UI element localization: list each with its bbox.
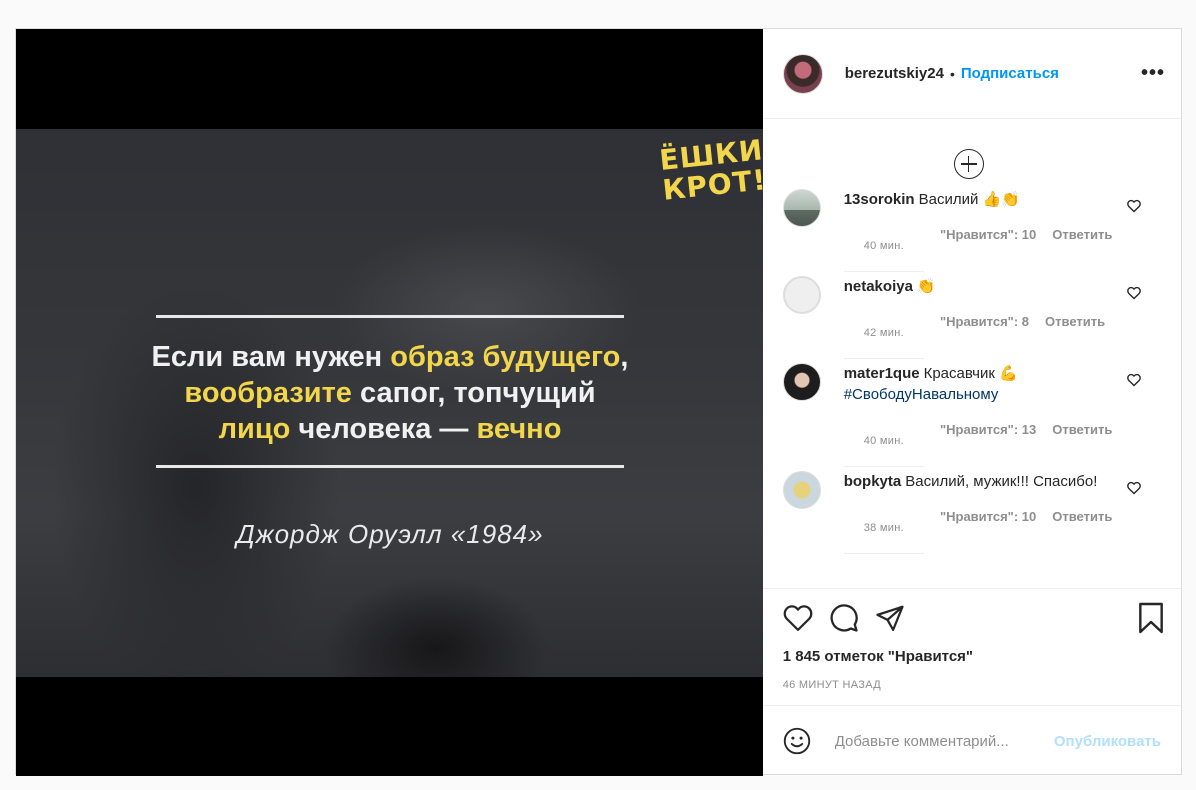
comment-hashtag-link[interactable]: #СвободуНавальному (844, 386, 999, 403)
comment-like-heart-icon[interactable] (1126, 286, 1141, 300)
channel-logo: ЁШКИН КРОТ! (657, 130, 763, 207)
comment-emoji: 💪 (999, 364, 1018, 382)
action-bar (763, 589, 1181, 647)
likes-count[interactable]: 1 845 отметок "Нравится" (763, 647, 1181, 667)
comment-meta: 38 мин. "Нравится": 10 Ответить (843, 506, 1124, 554)
emoji-smiley-icon[interactable] (783, 727, 811, 755)
comment-likes[interactable]: "Нравится": 10 (940, 506, 1036, 554)
quote-highlight: образ будущего (390, 341, 621, 373)
quote-line: вообразите сапог, топчущий (96, 375, 684, 411)
comment-body: 13sorokin Василий 👍👏 40 мин. "Нравится": 10… (843, 189, 1124, 272)
quote-highlight: лицо (218, 413, 291, 445)
comment-like-heart-icon[interactable] (1126, 481, 1141, 495)
save-bookmark-icon[interactable] (1137, 602, 1165, 634)
post-header: berezutskiy24 • Подписаться ••• (762, 29, 1181, 119)
commenter-username[interactable]: netakoiya (844, 278, 913, 295)
comment-like-heart-icon[interactable] (1126, 373, 1141, 387)
reply-button[interactable]: Ответить (1052, 506, 1112, 554)
comments-list: 13sorokin Василий 👍👏 40 мин. "Нравится": 10… (762, 119, 1181, 589)
divider-bottom (156, 465, 624, 468)
post-timestamp[interactable]: 46 МИНУТ НАЗАД (762, 667, 1181, 706)
follow-button[interactable]: Подписаться (961, 65, 1059, 82)
comment-meta: 40 мин. "Нравится": 10 Ответить (843, 224, 1124, 272)
quote-fragment: Если вам нужен (151, 341, 391, 373)
separator-dot: • (949, 65, 955, 82)
comment-time[interactable]: 38 мин. (843, 506, 924, 554)
comment-likes[interactable]: "Нравится": 8 (940, 311, 1029, 359)
comment-body: mater1que Красавчик 💪 #СвободуНавальному 40… (843, 363, 1124, 467)
post-sidebar: berezutskiy24 • Подписаться ••• 13soroki… (762, 29, 1181, 776)
comment-time[interactable]: 42 мин. (843, 311, 924, 359)
comment-time[interactable]: 40 мин. (843, 224, 924, 272)
commenter-avatar[interactable] (782, 189, 821, 227)
add-comment-bar: Опубликовать (763, 706, 1181, 776)
comment-likes[interactable]: "Нравится": 10 (940, 224, 1036, 272)
comment-emoji: 👏 (916, 277, 936, 295)
comment-item: mater1que Красавчик 💪 #СвободуНавальному 40… (782, 363, 1163, 467)
comment-item: 13sorokin Василий 👍👏 40 мин. "Нравится": 10… (782, 189, 1163, 272)
instagram-post: ЁШКИН КРОТ! Если вам нужен образ будущег… (15, 28, 1182, 776)
commenter-avatar[interactable] (782, 276, 821, 314)
comment-time[interactable]: 40 мин. (843, 419, 924, 467)
reply-button[interactable]: Ответить (1045, 311, 1105, 359)
publish-comment-button[interactable]: Опубликовать (1054, 733, 1161, 750)
comment-text-line: netakoiya 👏 (844, 276, 1124, 297)
quote-author: Джордж Оруэлл «1984» (236, 519, 544, 549)
divider-top (156, 315, 624, 318)
author-username[interactable]: berezutskiy24 (845, 65, 944, 82)
quote-fragment: , (620, 341, 629, 373)
comment-bubble-icon[interactable] (829, 603, 859, 633)
quote-fragment: человека — (290, 413, 477, 445)
load-more-comments-icon[interactable] (953, 149, 984, 179)
more-options-icon[interactable]: ••• (1141, 62, 1165, 85)
commenter-username[interactable]: 13sorokin (844, 191, 915, 208)
comment-text: Василий (918, 191, 983, 208)
comment-text-line: bopkyta Василий, мужик!!! Спасибо! (844, 471, 1124, 492)
reply-button[interactable]: Ответить (1052, 224, 1112, 272)
quote-highlight: вообразите (184, 377, 352, 409)
comment-likes[interactable]: "Нравится": 13 (940, 419, 1036, 467)
comment-text: Красавчик (923, 365, 1000, 382)
quote-highlight: вечно (476, 413, 562, 445)
comment-body: netakoiya 👏 42 мин. "Нравится": 8 Ответить (843, 276, 1124, 359)
commenter-username[interactable]: bopkyta (844, 473, 902, 490)
author-avatar[interactable] (782, 53, 823, 94)
reply-button[interactable]: Ответить (1052, 419, 1112, 467)
post-media[interactable]: ЁШКИН КРОТ! Если вам нужен образ будущег… (16, 29, 763, 776)
quote-fragment: сапог, топчущий (351, 377, 596, 409)
comment-item: netakoiya 👏 42 мин. "Нравится": 8 Ответить (782, 276, 1163, 359)
comment-item: bopkyta Василий, мужик!!! Спасибо! 38 мин… (782, 471, 1163, 554)
quote-line: лицо человека — вечно (96, 411, 684, 447)
comment-body: bopkyta Василий, мужик!!! Спасибо! 38 мин… (843, 471, 1124, 554)
commenter-avatar[interactable] (782, 471, 821, 509)
comment-text: Василий, мужик!!! Спасибо! (905, 473, 1098, 490)
share-send-icon[interactable] (875, 603, 905, 633)
like-heart-icon[interactable] (783, 604, 813, 632)
comment-text-line: mater1que Красавчик 💪 #СвободуНавальному (844, 363, 1124, 405)
quote-text: Если вам нужен образ будущего, вообразите… (96, 339, 684, 447)
comment-text-line: 13sorokin Василий 👍👏 (844, 189, 1124, 210)
quote-line: Если вам нужен образ будущего, (96, 339, 684, 375)
comment-emoji: 👍👏 (982, 190, 1020, 208)
comment-meta: 42 мин. "Нравится": 8 Ответить (843, 311, 1124, 359)
commenter-username[interactable]: mater1que (844, 365, 920, 382)
comment-input[interactable] (834, 732, 1045, 750)
comment-meta: 40 мин. "Нравится": 13 Ответить (843, 419, 1124, 467)
comment-like-heart-icon[interactable] (1126, 199, 1141, 213)
commenter-avatar[interactable] (782, 363, 821, 401)
